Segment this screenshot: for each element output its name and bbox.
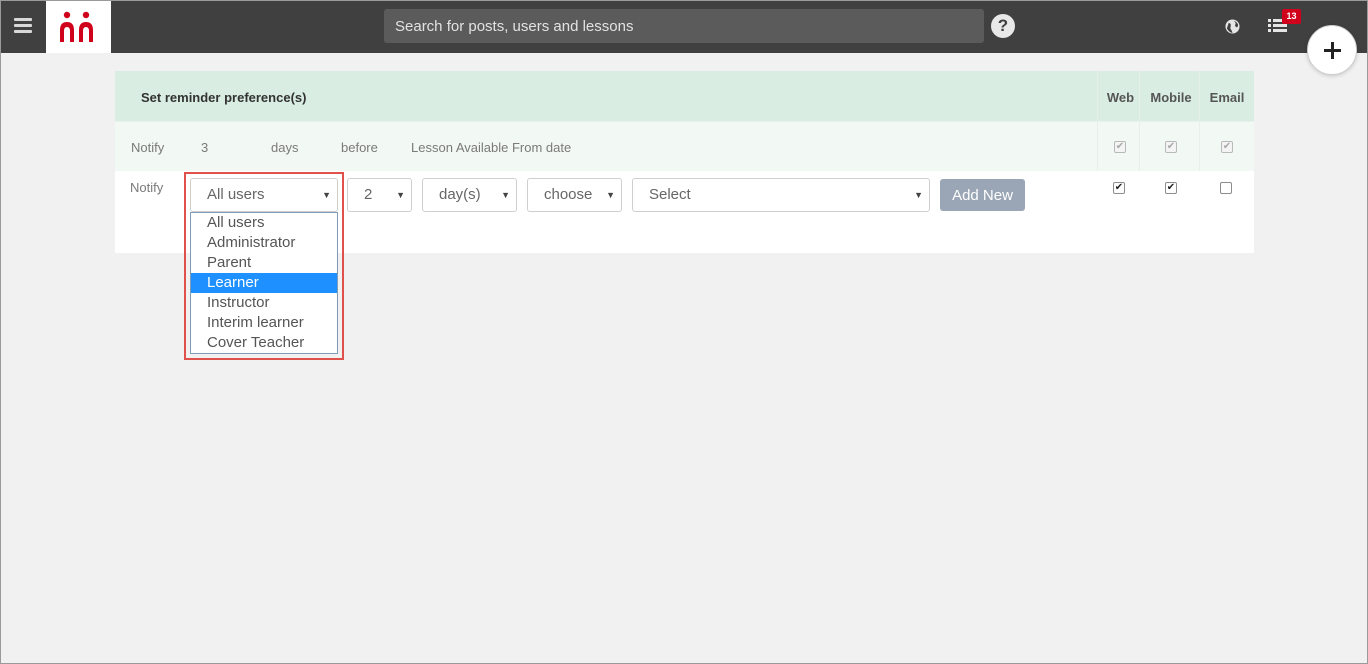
help-icon[interactable]: ? [991,14,1015,38]
column-email: Email [1209,90,1245,105]
top-navigation-bar: ? 13 [0,0,1368,53]
unit-select[interactable]: day(s) ▼ [422,178,517,212]
audience-select-value: All users [207,186,265,203]
relation-select[interactable]: choose ▼ [527,178,622,212]
existing-mobile-checkbox[interactable]: ✔ [1165,141,1177,153]
new-email-checkbox[interactable] [1220,182,1232,194]
dropdown-option-all-users[interactable]: All users [191,213,337,233]
dropdown-option-administrator[interactable]: Administrator [191,233,337,253]
unit-select-value: day(s) [439,186,481,203]
dropdown-arrow-icon: ▼ [501,190,510,200]
audience-dropdown-list: All users Administrator Parent Learner I… [190,212,338,354]
app-logo[interactable] [46,0,111,53]
existing-email-checkbox[interactable]: ✔ [1221,141,1233,153]
amount-select[interactable]: 2 ▼ [347,178,412,212]
globe-icon[interactable] [1225,19,1240,34]
table-title: Set reminder preference(s) [141,90,307,105]
dropdown-arrow-icon: ▼ [322,190,331,200]
existing-web-checkbox[interactable]: ✔ [1114,141,1126,153]
dropdown-option-parent[interactable]: Parent [191,253,337,273]
dropdown-option-cover-teacher[interactable]: Cover Teacher [191,333,337,353]
column-web: Web [1106,90,1135,105]
amount-select-value: 2 [364,186,373,203]
dropdown-option-instructor[interactable]: Instructor [191,293,337,313]
dropdown-arrow-icon: ▼ [396,190,405,200]
add-new-button[interactable]: Add New [940,179,1025,211]
new-web-checkbox[interactable]: ✔ [1113,182,1125,194]
new-mobile-checkbox[interactable]: ✔ [1165,182,1177,194]
reminder-event: Lesson Available From date [411,140,572,155]
dropdown-option-interim-learner[interactable]: Interim learner [191,313,337,333]
logo-icon [60,11,93,42]
reminder-relation: before [341,140,378,155]
hamburger-menu-icon[interactable] [14,18,32,34]
notification-count-badge: 13 [1282,9,1301,24]
search-input[interactable] [384,9,984,43]
event-select[interactable]: Select ▼ [632,178,930,212]
column-mobile: Mobile [1150,90,1192,105]
add-fab-button[interactable] [1307,25,1357,75]
audience-select[interactable]: All users ▼ [190,178,338,212]
column-divider [1097,71,1098,171]
reminder-amount: 3 [201,140,209,155]
dropdown-arrow-icon: ▼ [914,190,923,200]
notify-label: Notify [131,140,165,155]
table-header-row: Set reminder preference(s) Web Mobile Em… [115,71,1254,122]
new-notify-label: Notify [130,180,164,195]
dropdown-option-learner[interactable]: Learner [191,273,337,293]
reminder-unit: days [271,140,299,155]
dropdown-arrow-icon: ▼ [606,190,615,200]
event-select-value: Select [649,186,691,203]
relation-select-value: choose [544,186,593,203]
